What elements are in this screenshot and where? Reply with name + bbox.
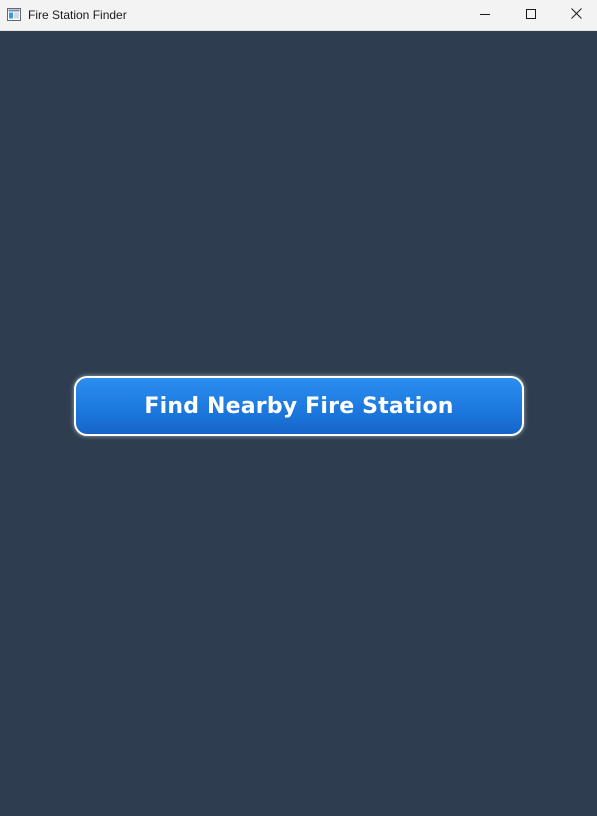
window-title: Fire Station Finder [28,8,127,22]
close-icon [570,6,582,24]
find-nearby-fire-station-button[interactable]: Find Nearby Fire Station [74,376,524,436]
minimize-button[interactable] [462,0,508,30]
window-app-icon [7,8,21,21]
maximize-icon [526,6,536,24]
close-button[interactable] [553,0,597,30]
find-button-label: Find Nearby Fire Station [144,393,454,419]
minimize-icon [480,6,490,24]
maximize-button[interactable] [508,0,554,30]
title-bar[interactable]: Fire Station Finder [0,0,597,31]
